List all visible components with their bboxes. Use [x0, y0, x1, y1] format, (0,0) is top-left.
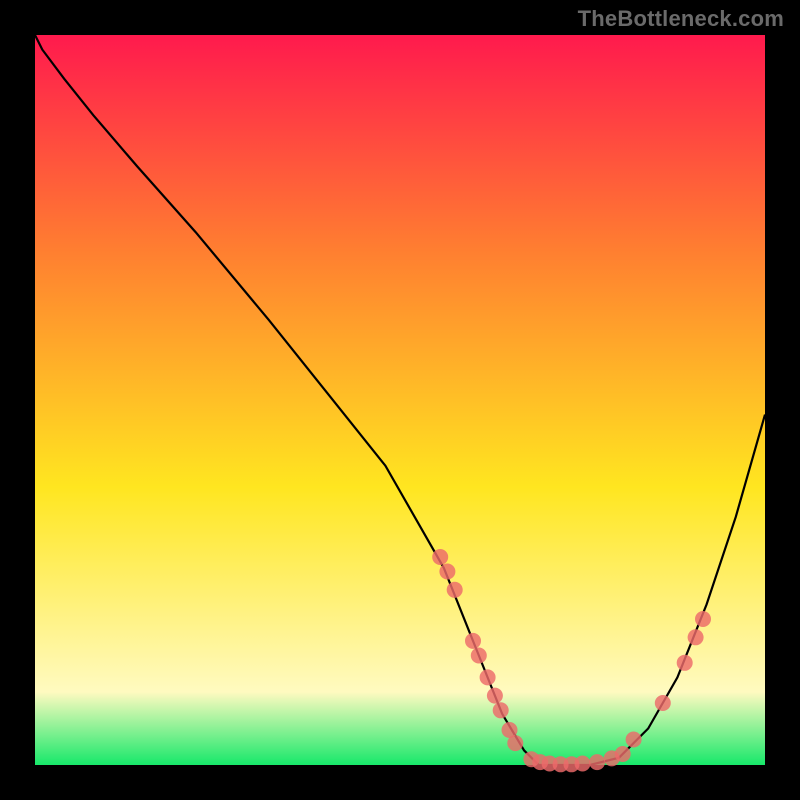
- data-marker: [695, 611, 711, 627]
- chart-container: TheBottleneck.com: [0, 0, 800, 800]
- bottleneck-chart: [0, 0, 800, 800]
- data-marker: [615, 746, 631, 762]
- data-marker: [677, 655, 693, 671]
- data-marker: [465, 633, 481, 649]
- data-marker: [471, 648, 487, 664]
- data-marker: [589, 754, 605, 770]
- data-marker: [655, 695, 671, 711]
- data-marker: [493, 702, 509, 718]
- plot-background: [35, 35, 765, 765]
- data-marker: [575, 756, 591, 772]
- data-marker: [507, 735, 523, 751]
- data-marker: [447, 582, 463, 598]
- data-marker: [626, 732, 642, 748]
- data-marker: [432, 549, 448, 565]
- data-marker: [439, 564, 455, 580]
- data-marker: [487, 688, 503, 704]
- data-marker: [688, 629, 704, 645]
- data-marker: [480, 669, 496, 685]
